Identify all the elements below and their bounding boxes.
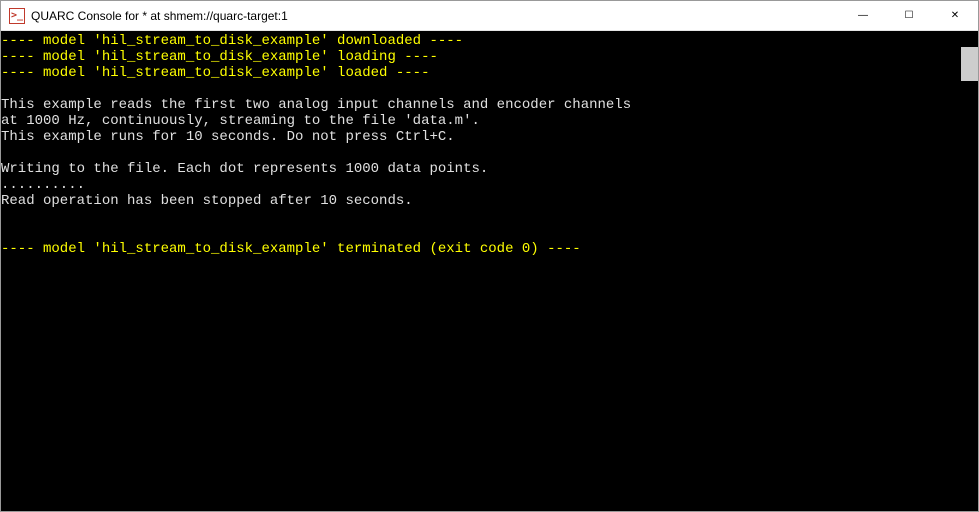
console-line: Read operation has been stopped after 10… xyxy=(1,193,961,209)
scroll-up-button[interactable] xyxy=(961,31,978,47)
minimize-button[interactable]: — xyxy=(840,1,886,30)
window-title: QUARC Console for * at shmem://quarc-tar… xyxy=(31,9,840,23)
console-line: ---- model 'hil_stream_to_disk_example' … xyxy=(1,33,961,49)
console-line xyxy=(1,81,961,97)
scroll-thumb[interactable] xyxy=(961,47,978,81)
console-line: ---- model 'hil_stream_to_disk_example' … xyxy=(1,241,961,257)
console-line xyxy=(1,145,961,161)
maximize-button[interactable]: ☐ xyxy=(886,1,932,30)
window-controls: — ☐ ✕ xyxy=(840,1,978,30)
console-area: ---- model 'hil_stream_to_disk_example' … xyxy=(1,31,978,511)
titlebar[interactable]: >_ QUARC Console for * at shmem://quarc-… xyxy=(1,1,978,31)
console-line xyxy=(1,209,961,225)
console-line: .......... xyxy=(1,177,961,193)
console-line: ---- model 'hil_stream_to_disk_example' … xyxy=(1,65,961,81)
console-line: ---- model 'hil_stream_to_disk_example' … xyxy=(1,49,961,65)
console-line: at 1000 Hz, continuously, streaming to t… xyxy=(1,113,961,129)
close-button[interactable]: ✕ xyxy=(932,1,978,30)
console-output[interactable]: ---- model 'hil_stream_to_disk_example' … xyxy=(1,31,961,511)
console-line: Writing to the file. Each dot represents… xyxy=(1,161,961,177)
app-icon: >_ xyxy=(9,8,25,24)
console-line: This example reads the first two analog … xyxy=(1,97,961,113)
console-line xyxy=(1,225,961,241)
scrollbar[interactable] xyxy=(961,31,978,511)
console-line: This example runs for 10 seconds. Do not… xyxy=(1,129,961,145)
